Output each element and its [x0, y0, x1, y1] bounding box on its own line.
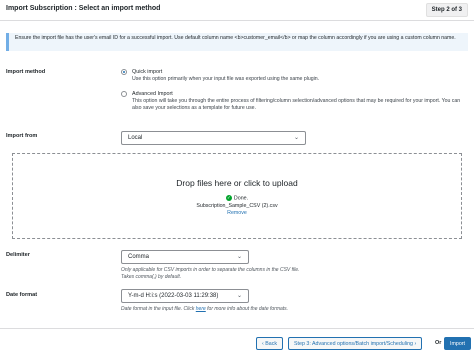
chevron-down-icon: ⌄	[236, 293, 242, 299]
advanced-import-title[interactable]: Advanced Import	[132, 91, 173, 97]
date-format-select[interactable]: Y-m-d H:i:s (2022-03-03 11:29:38) ⌄	[121, 289, 249, 303]
date-format-help: Date format in the input file. Click her…	[121, 306, 289, 312]
date-format-help-link[interactable]: here	[196, 306, 206, 312]
page-header: Import Subscription : Select an import m…	[0, 0, 474, 21]
advanced-import-desc: This option will take you through the en…	[132, 98, 461, 112]
quick-import-radio[interactable]	[121, 69, 127, 75]
import-from-value: Local	[128, 135, 143, 141]
delimiter-value: Comma	[128, 254, 150, 260]
uploaded-file-name: Subscription_Sample_CSV (2).csv	[196, 203, 278, 209]
chevron-down-icon: ⌄	[236, 254, 242, 260]
chevron-left-icon: ‹	[262, 341, 264, 347]
import-button[interactable]: Import	[444, 337, 472, 350]
upload-status: ✓ Done.	[13, 195, 461, 201]
quick-import-title[interactable]: Quick import	[132, 69, 162, 75]
date-format-label: Date format	[6, 292, 38, 298]
back-button[interactable]: ‹ Back	[256, 337, 284, 350]
remove-file-link[interactable]: Remove	[13, 210, 461, 216]
date-format-value: Y-m-d H:i:s (2022-03-03 11:29:38)	[128, 293, 219, 299]
delimiter-select[interactable]: Comma ⌄	[121, 250, 249, 264]
import-method-label: Import method	[6, 69, 46, 75]
page-title: Import Subscription : Select an import m…	[6, 5, 161, 12]
file-dropzone[interactable]: Drop files here or click to upload ✓ Done…	[12, 153, 462, 239]
step-badge: Step 2 of 3	[425, 3, 468, 17]
dropzone-title: Drop files here or click to upload	[176, 178, 298, 188]
chevron-down-icon: ⌄	[293, 135, 299, 141]
upload-status-text: Done.	[233, 195, 249, 202]
delimiter-label: Delimiter	[6, 252, 30, 258]
next-step-button[interactable]: Step 3: Advanced options/Batch import/Sc…	[288, 337, 423, 350]
advanced-import-radio[interactable]	[121, 91, 127, 97]
delimiter-help: Only applicable for CSV imports in order…	[121, 267, 300, 280]
check-circle-icon: ✓	[225, 195, 232, 201]
info-notice: Ensure the import file has the user's em…	[6, 33, 468, 51]
info-notice-text: Ensure the import file has the user's em…	[15, 35, 456, 41]
import-from-select[interactable]: Local ⌄	[121, 131, 306, 145]
or-label: Or	[435, 340, 442, 346]
quick-import-desc: Use this option primarily when your inpu…	[132, 76, 320, 82]
import-from-label: Import from	[6, 133, 38, 139]
footer-divider	[0, 328, 474, 329]
chevron-right-icon: ›	[414, 341, 417, 347]
